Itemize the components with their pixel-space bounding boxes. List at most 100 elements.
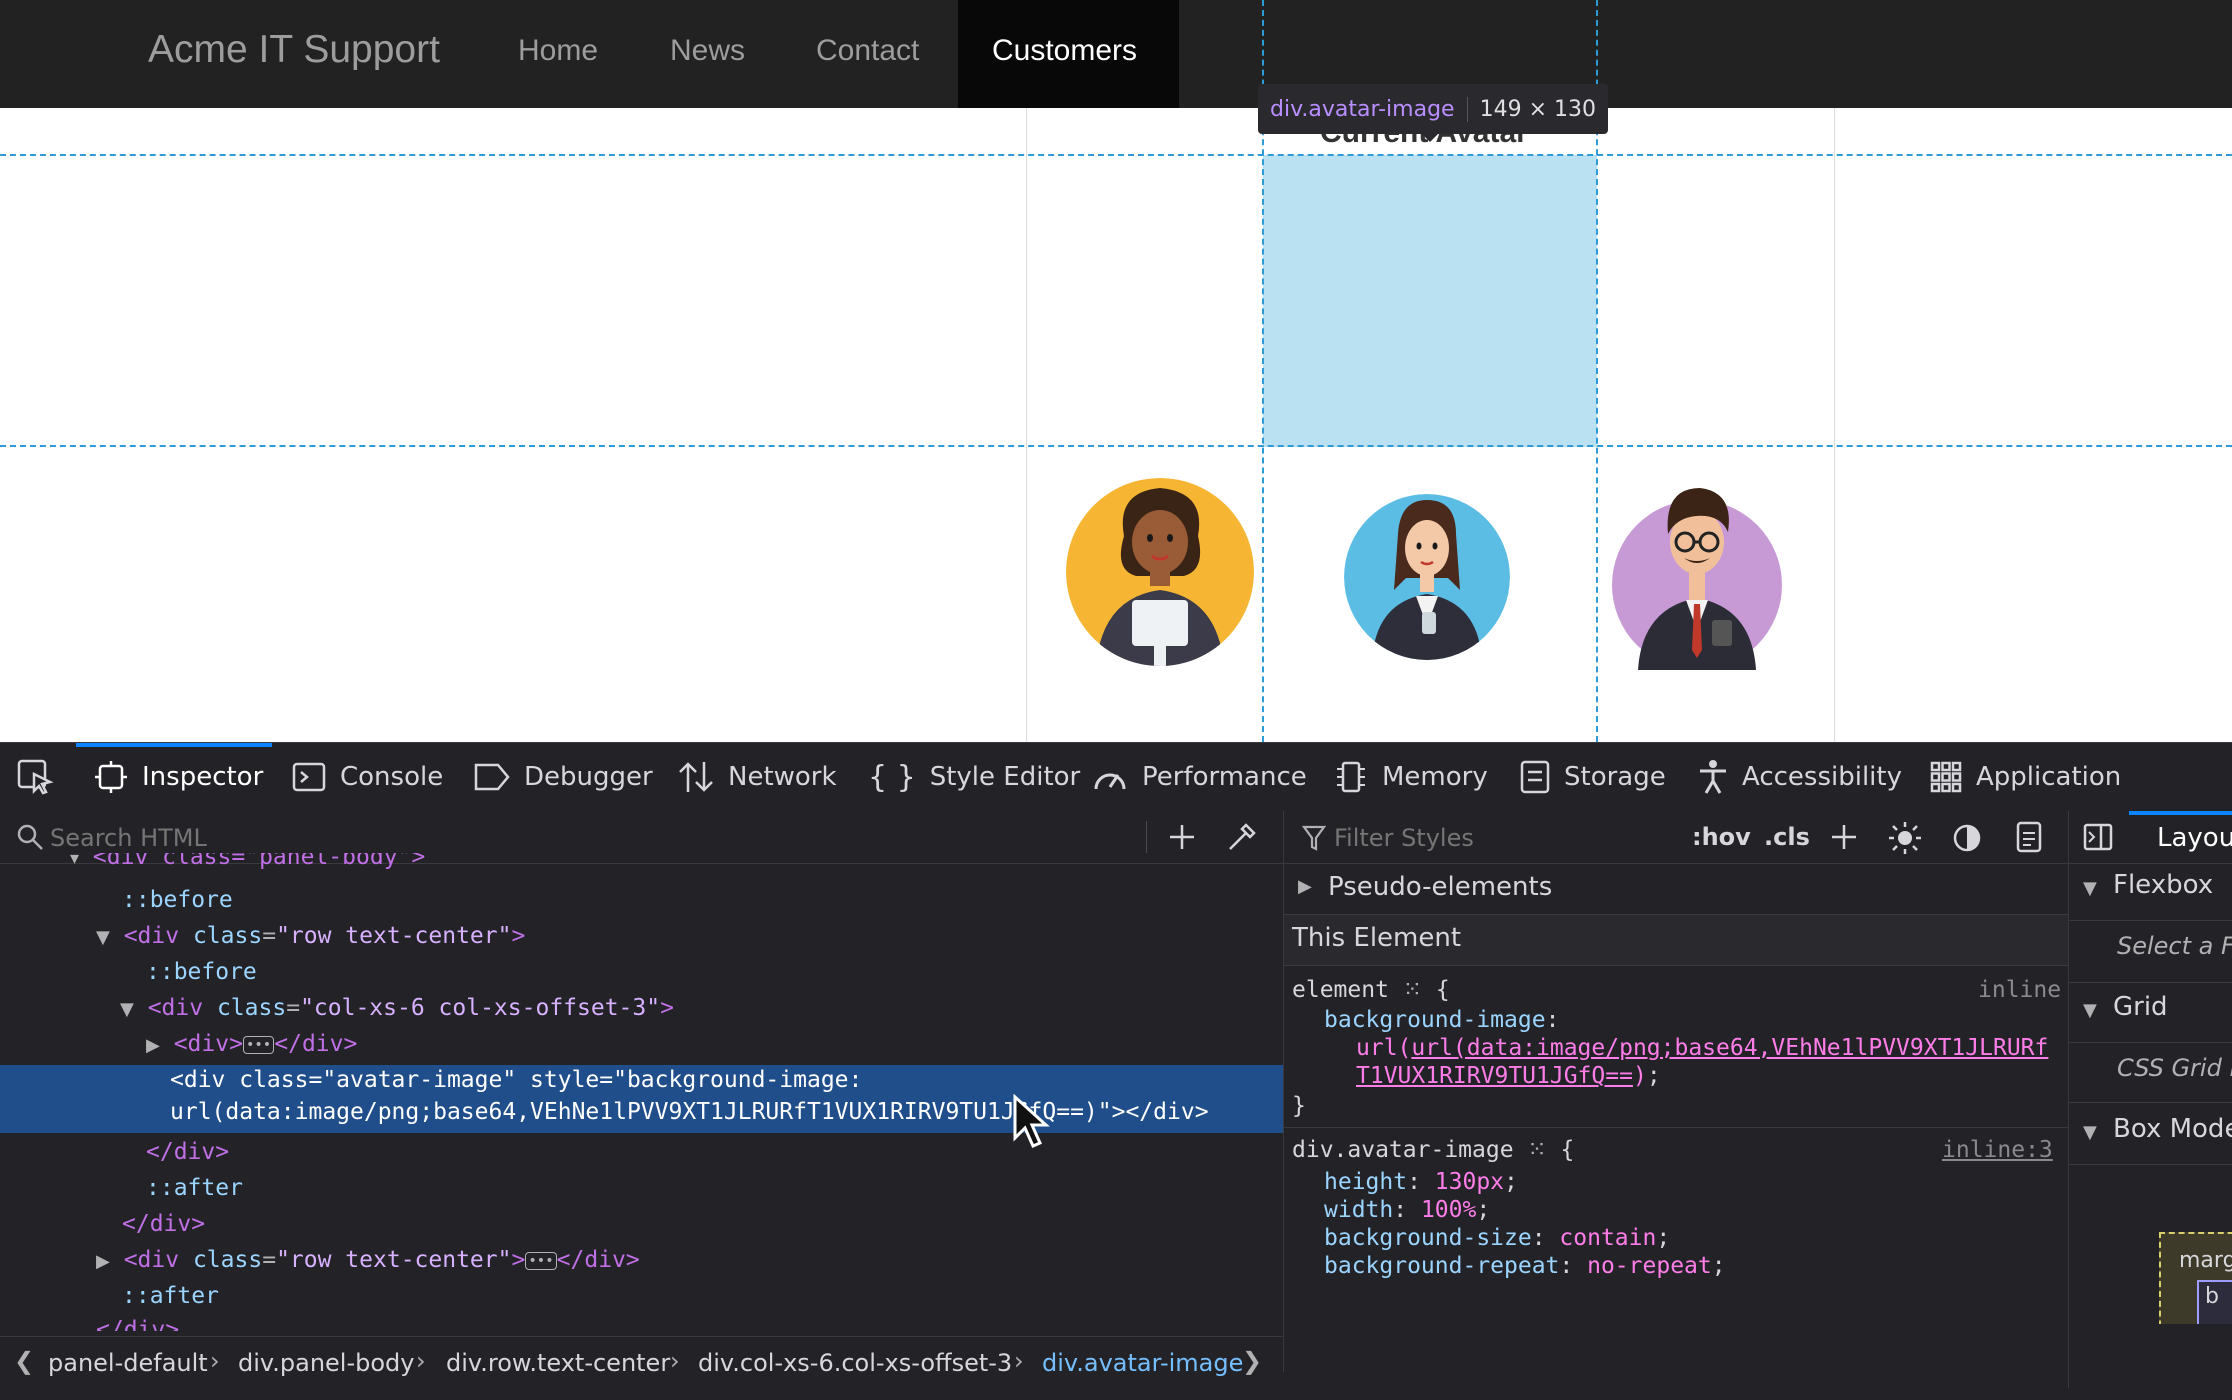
- tab-memory[interactable]: Memory: [1334, 743, 1488, 811]
- add-rule-icon[interactable]: [1830, 823, 1858, 851]
- column-divider: [1834, 108, 1835, 742]
- tree-node-row[interactable]: ▼ <div class="row text-center">: [96, 923, 525, 949]
- breadcrumb-item[interactable]: div.row.text-center: [446, 1349, 670, 1377]
- box-model-border[interactable]: b: [2197, 1280, 2232, 1324]
- collapsed-ellipsis-icon[interactable]: •••: [525, 1251, 557, 1270]
- tree-node-avatar-image-selected[interactable]: <div class="avatar-image" style="backgro…: [0, 1065, 1283, 1133]
- tab-inspector[interactable]: Inspector: [94, 743, 263, 811]
- tree-pseudo-after-2[interactable]: ::after: [122, 1283, 219, 1309]
- breadcrumb-scroll-right-icon[interactable]: ❯: [1242, 1347, 1262, 1375]
- tab-storage[interactable]: Storage: [1520, 743, 1666, 811]
- layout-content: ▼ Flexbox Select a Flex container ▼ Grid…: [2069, 864, 2232, 1324]
- section-divider: [2069, 1164, 2232, 1165]
- element-picker-button[interactable]: [16, 743, 54, 811]
- selected-node-line1: <div class="avatar-image" style="backgro…: [170, 1067, 863, 1093]
- breadcrumb-scroll-left-icon[interactable]: ❮: [14, 1347, 34, 1375]
- tree-node-col[interactable]: ▼ <div class="col-xs-6 col-xs-offset-3">: [120, 995, 674, 1021]
- grid-section-header[interactable]: Grid: [2113, 992, 2168, 1022]
- search-divider: [1146, 821, 1147, 853]
- tab-performance[interactable]: Performance: [1092, 743, 1307, 811]
- accessibility-icon: [1700, 760, 1726, 794]
- add-node-icon[interactable]: [1168, 823, 1196, 851]
- breadcrumb-item[interactable]: panel-default: [48, 1349, 208, 1377]
- print-media-icon[interactable]: [2016, 821, 2042, 853]
- collapse-triangle-icon[interactable]: ▼: [2083, 1000, 2097, 1021]
- sidebar-tabs: Layout: [2069, 811, 2232, 864]
- element-picker-icon: [17, 759, 54, 795]
- decl-width[interactable]: width: 100%;: [1324, 1197, 1490, 1223]
- tab-console[interactable]: Console: [292, 743, 443, 811]
- tree-node-collapsed-div[interactable]: ▶ <div> ••• </div>: [146, 1031, 357, 1057]
- tab-style-editor-label: Style Editor: [929, 762, 1081, 792]
- tab-accessibility-label: Accessibility: [1742, 762, 1902, 792]
- collapsed-ellipsis-icon[interactable]: •••: [242, 1035, 275, 1054]
- column-divider: [1026, 108, 1027, 742]
- breadcrumb-item-current[interactable]: div.avatar-image: [1042, 1349, 1243, 1377]
- rule-avatar-selector[interactable]: div.avatar-image ⁙ {: [1292, 1137, 1574, 1163]
- decl-background-image-value-2[interactable]: T1VUX1RIRV9TU1JGfQ==);: [1356, 1063, 1661, 1089]
- nav-contact[interactable]: Contact: [816, 34, 919, 68]
- cls-toggle-button[interactable]: .cls: [1764, 823, 1810, 851]
- tab-accessibility[interactable]: Accessibility: [1698, 743, 1902, 811]
- breadcrumb-separator-icon: ›: [1014, 1347, 1024, 1375]
- decl-background-repeat[interactable]: background-repeat: no-repeat;: [1324, 1253, 1726, 1279]
- tree-pseudo-before-2[interactable]: ::before: [146, 959, 257, 985]
- tree-pseudo-before[interactable]: ::before: [122, 887, 233, 913]
- decl-height[interactable]: height: 130px;: [1324, 1169, 1518, 1195]
- section-divider: [2069, 1042, 2232, 1043]
- tree-close-row[interactable]: </div>: [122, 1211, 205, 1237]
- avatar-option-3[interactable]: [1612, 480, 1782, 670]
- hov-toggle-button[interactable]: :hov: [1692, 823, 1751, 851]
- pseudo-elements-section[interactable]: ▶ Pseudo-elements: [1284, 864, 2068, 915]
- breadcrumb-item[interactable]: div.panel-body: [238, 1349, 414, 1377]
- nav-home[interactable]: Home: [518, 34, 598, 68]
- flexbox-section-header[interactable]: Flexbox: [2113, 870, 2213, 900]
- tree-close-col[interactable]: </div>: [146, 1139, 229, 1165]
- box-model-margin[interactable]: margin b 0 0: [2159, 1232, 2232, 1324]
- debugger-icon: [474, 763, 510, 791]
- rule-divider: [1284, 1127, 2068, 1128]
- tab-style-editor[interactable]: { } Style Editor: [868, 743, 1080, 811]
- layout-tab-indicator: [2129, 811, 2232, 815]
- nav-customers[interactable]: Customers: [958, 0, 1179, 108]
- nav-news[interactable]: News: [670, 34, 745, 68]
- tree-pseudo-after[interactable]: ::after: [146, 1175, 243, 1201]
- toggle-pane-icon[interactable]: [2083, 823, 2113, 851]
- tab-inspector-label: Inspector: [142, 762, 264, 792]
- avatar-option-1[interactable]: [1066, 478, 1254, 666]
- tab-layout[interactable]: Layout: [2157, 823, 2232, 853]
- rule-avatar-source-link[interactable]: inline:3: [1942, 1137, 2053, 1163]
- navbar-brand[interactable]: Acme IT Support: [148, 28, 440, 72]
- highlighted-avatar-image: [1263, 155, 1597, 447]
- html-search-input[interactable]: [48, 819, 1132, 857]
- decl-background-image[interactable]: background-image:: [1324, 1007, 1559, 1033]
- tab-application[interactable]: Application: [1930, 743, 2121, 811]
- rule-close-brace: }: [1292, 1093, 1306, 1119]
- collapse-triangle-icon[interactable]: ▼: [2083, 1122, 2097, 1143]
- tree-node-row-2[interactable]: ▶ <div class="row text-center"> ••• </div>: [96, 1247, 640, 1273]
- tree-close-panel-body[interactable]: </div>: [96, 1317, 179, 1331]
- tab-debugger[interactable]: Debugger: [474, 743, 653, 811]
- eyedropper-icon[interactable]: [1228, 821, 1258, 851]
- decl-background-size[interactable]: background-size: contain;: [1324, 1225, 1670, 1251]
- rule-element-source[interactable]: inline: [1978, 977, 2061, 1003]
- highlight-guide-bottom: [0, 445, 2232, 447]
- light-scheme-icon[interactable]: [1888, 821, 1922, 855]
- mouse-cursor-icon: [1013, 1094, 1050, 1148]
- tab-network[interactable]: Network: [678, 743, 837, 811]
- tab-debugger-label: Debugger: [524, 762, 653, 792]
- expand-triangle-icon: ▶: [1298, 876, 1312, 897]
- breadcrumb-item[interactable]: div.col-xs-6.col-xs-offset-3: [698, 1349, 1012, 1377]
- grid-dots-icon: ⁙: [1402, 977, 1423, 1003]
- businesswoman-avatar-icon: [1344, 494, 1510, 660]
- grid-dots-icon: ⁙: [1527, 1137, 1547, 1163]
- decl-background-image-value-1[interactable]: url(url(data:image/png;base64,VEhNe1lPVV…: [1356, 1035, 2048, 1061]
- rule-element-selector[interactable]: element ⁙ {: [1292, 977, 1450, 1003]
- filter-styles-input[interactable]: [1332, 819, 1716, 857]
- avatar-option-2[interactable]: [1344, 494, 1510, 660]
- box-model-section-header[interactable]: Box Model: [2113, 1114, 2232, 1144]
- application-icon: [1930, 761, 1962, 793]
- collapse-triangle-icon[interactable]: ▼: [2083, 878, 2097, 899]
- dark-scheme-icon[interactable]: [1952, 823, 1982, 853]
- tree-node-panel-body[interactable]: ▾ <div class="panel-body">: [70, 853, 425, 877]
